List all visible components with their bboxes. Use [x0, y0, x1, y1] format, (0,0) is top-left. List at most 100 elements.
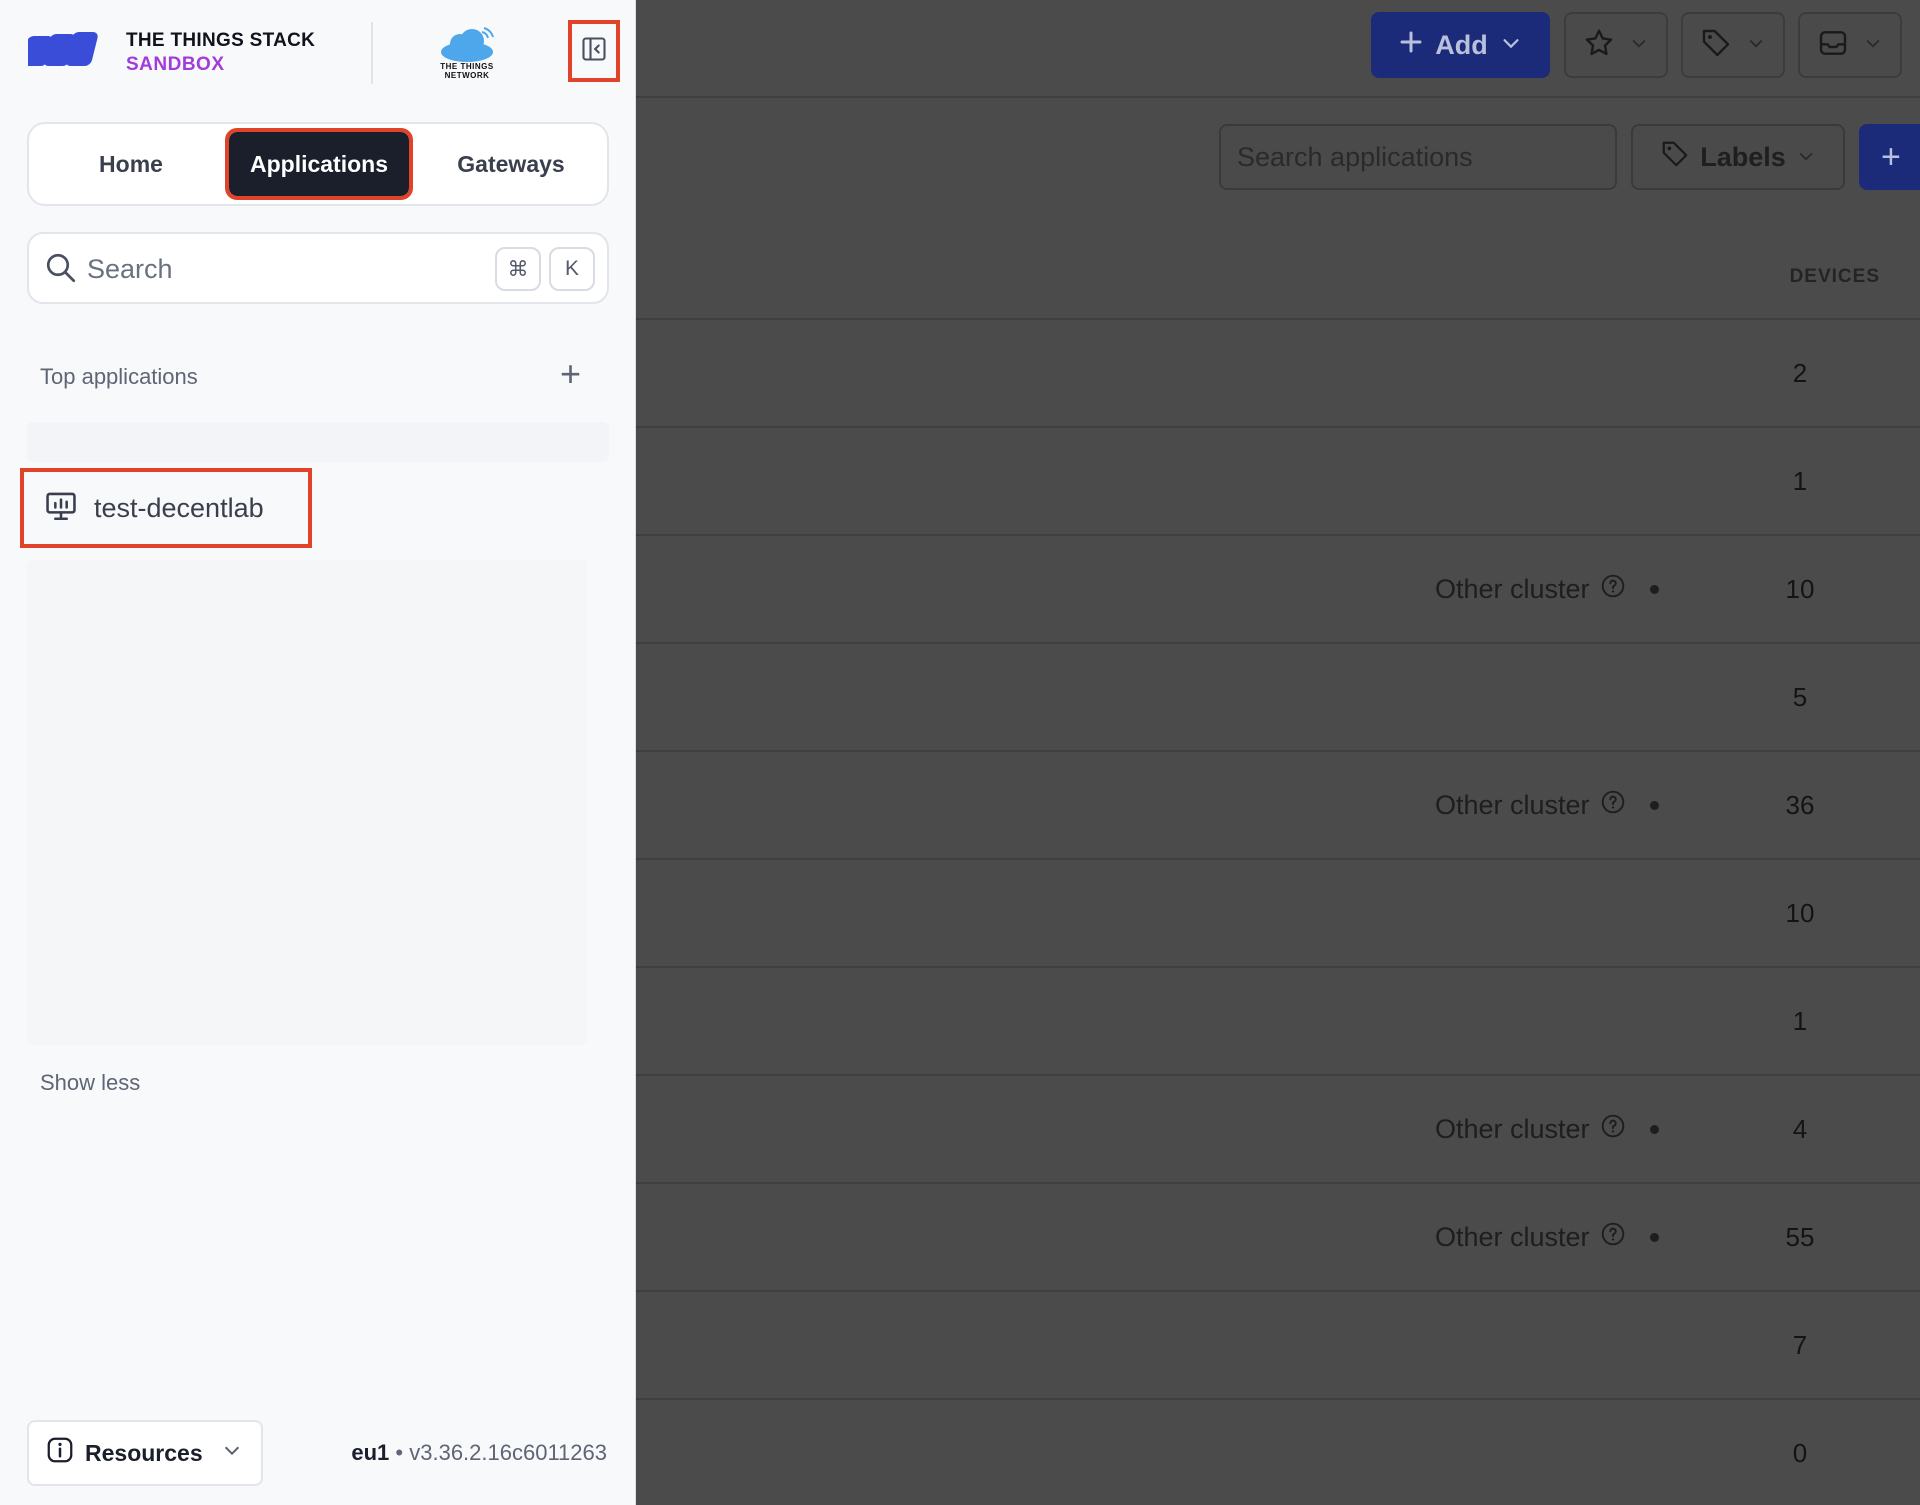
table-row[interactable]: Other cluster 4: [636, 1076, 1920, 1184]
brand-line2: SANDBOX: [126, 53, 225, 75]
other-cluster-label: Other cluster: [1435, 573, 1590, 604]
brand-wordmark: THE THINGS STACK SANDBOX: [126, 29, 315, 77]
create-application-button[interactable]: +: [1859, 124, 1920, 190]
separator-dot: [1649, 1124, 1659, 1134]
tab-home[interactable]: Home: [41, 132, 221, 196]
separator-dot: [1649, 584, 1659, 594]
tag-icon: [1700, 27, 1732, 64]
other-cluster-label: Other cluster: [1435, 789, 1590, 820]
sidebar-item-label: test-decentlab: [94, 492, 264, 523]
add-button-label: Add: [1435, 29, 1488, 60]
main-content-overlay[interactable]: Add Search applications Labels + DEVICES…: [636, 0, 1920, 1505]
sidebar-item-test-decentlab[interactable]: test-decentlab: [20, 468, 312, 548]
command-key-badge: ⌘: [495, 247, 541, 291]
cluster-name: eu1: [351, 1440, 390, 1465]
table-row[interactable]: 2: [636, 320, 1920, 428]
help-circle-icon[interactable]: [1600, 1113, 1626, 1146]
chevron-down-icon: [1629, 33, 1649, 58]
logo-divider: [371, 22, 373, 84]
tag-icon: [1660, 139, 1690, 176]
table-row[interactable]: 7: [636, 1292, 1920, 1400]
collapse-sidebar-button[interactable]: [568, 20, 620, 82]
chevron-down-icon: [221, 1439, 243, 1467]
labels-menu-button[interactable]: [1681, 12, 1785, 78]
device-count: 0: [1792, 1437, 1808, 1468]
labels-filter-label: Labels: [1700, 141, 1786, 172]
sidebar-tabs: Home Applications Gateways: [27, 122, 609, 206]
info-icon: [45, 1435, 75, 1471]
things-stack-logo-icon: [21, 28, 114, 77]
device-count: 10: [1785, 573, 1815, 604]
device-count: 5: [1792, 681, 1808, 712]
other-cluster-indicator: Other cluster: [1435, 536, 1659, 642]
table-row[interactable]: Other cluster 55: [636, 1184, 1920, 1292]
chevron-down-icon: [1746, 33, 1766, 58]
table-row[interactable]: 1: [636, 428, 1920, 536]
top-applications-heading: Top applications: [40, 364, 198, 389]
device-count: 2: [1792, 357, 1808, 388]
brand-line1: THE THINGS STACK: [126, 29, 316, 51]
chevron-down-icon: [1796, 142, 1816, 173]
partner-line2: NETWORK: [444, 71, 490, 80]
tab-gateways[interactable]: Gateways: [421, 132, 601, 196]
search-icon: [43, 250, 79, 291]
sidebar: THE THINGS STACK SANDBOX THE THINGS NETW…: [0, 0, 636, 1505]
plus-icon: [1399, 30, 1423, 61]
table-row[interactable]: Other cluster 36: [636, 752, 1920, 860]
resources-menu-button[interactable]: Resources: [27, 1420, 263, 1486]
table-row[interactable]: Other cluster 10: [636, 536, 1920, 644]
separator-dot: [1649, 1232, 1659, 1242]
sidebar-collapse-icon: [580, 35, 608, 68]
create-application-label: +: [1881, 137, 1901, 176]
sidebar-search-input[interactable]: Search ⌘ K: [27, 232, 609, 304]
version-info: eu1 • v3.36.2.16c6011263: [351, 1440, 607, 1465]
add-button[interactable]: Add: [1371, 12, 1550, 78]
list-toolbar: Search applications Labels +: [636, 98, 1920, 218]
help-circle-icon[interactable]: [1600, 789, 1626, 822]
show-less-link[interactable]: Show less: [40, 1070, 140, 1096]
search-applications-placeholder: Search applications: [1237, 141, 1473, 172]
version-number: v3.36.2.16c6011263: [409, 1440, 607, 1465]
device-count: 1: [1792, 1005, 1808, 1036]
add-top-application-button[interactable]: +: [560, 356, 581, 392]
app-root: Add Search applications Labels + DEVICES…: [0, 0, 1920, 1505]
table-row[interactable]: 5: [636, 644, 1920, 752]
separator-dot: [1649, 800, 1659, 810]
top-bar: Add: [636, 0, 1920, 98]
applications-table: 2 1 Other cluster 10 5 Other cluster 36 10 1 Othe…: [636, 320, 1920, 1505]
other-cluster-indicator: Other cluster: [1435, 1184, 1659, 1290]
brand-logo[interactable]: THE THINGS STACK SANDBOX: [21, 28, 315, 77]
chevron-down-icon: [1863, 33, 1883, 58]
resources-label: Resources: [85, 1439, 203, 1466]
table-row[interactable]: 10: [636, 860, 1920, 968]
bookmarks-button[interactable]: [1564, 12, 1668, 78]
device-count: 4: [1792, 1113, 1808, 1144]
star-icon: [1583, 27, 1615, 64]
chevron-down-icon: [1500, 30, 1522, 61]
partner-line1: THE THINGS: [440, 62, 494, 71]
other-cluster-indicator: Other cluster: [1435, 1076, 1659, 1182]
table-row[interactable]: 0: [636, 1400, 1920, 1505]
device-count: 7: [1792, 1329, 1808, 1360]
loading-placeholder: [27, 560, 587, 1045]
help-circle-icon[interactable]: [1600, 1221, 1626, 1254]
application-icon: [44, 489, 78, 528]
device-count: 1: [1792, 465, 1808, 496]
device-count: 10: [1785, 897, 1815, 928]
other-cluster-label: Other cluster: [1435, 1221, 1590, 1252]
tab-applications[interactable]: Applications: [225, 128, 413, 200]
inbox-icon: [1817, 27, 1849, 64]
k-key-badge: K: [549, 247, 595, 291]
inbox-button[interactable]: [1798, 12, 1902, 78]
other-cluster-indicator: Other cluster: [1435, 752, 1659, 858]
table-row[interactable]: 1: [636, 968, 1920, 1076]
table-header: DEVICES: [636, 218, 1920, 320]
labels-filter-button[interactable]: Labels: [1631, 124, 1845, 190]
device-count: 36: [1785, 789, 1815, 820]
device-count: 55: [1785, 1221, 1815, 1252]
help-circle-icon[interactable]: [1600, 573, 1626, 606]
loading-placeholder: [27, 422, 609, 462]
sidebar-search-placeholder: Search: [87, 254, 173, 284]
search-applications-input[interactable]: Search applications: [1219, 124, 1617, 190]
column-header-devices: DEVICES: [1789, 266, 1880, 287]
